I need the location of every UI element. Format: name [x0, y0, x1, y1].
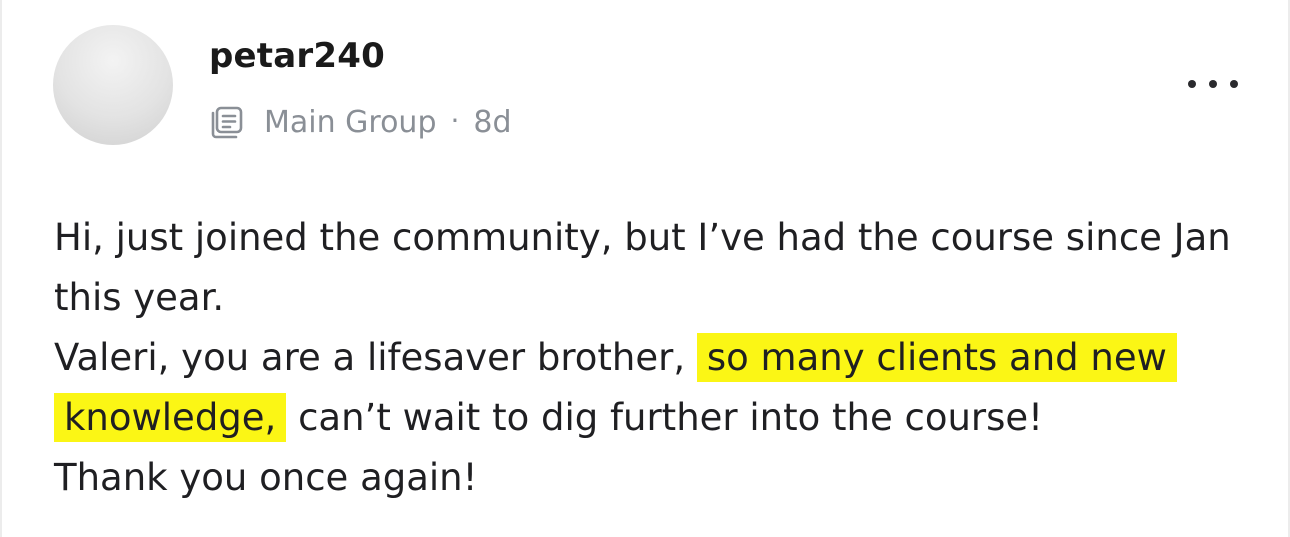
post-age: 8d: [473, 104, 512, 140]
post-meta: Main Group · 8d: [208, 100, 512, 144]
post-body: Hi, just joined the community, but I’ve …: [54, 208, 1234, 508]
more-dot: [1188, 80, 1196, 88]
post-body-line: Thank you once again!: [54, 456, 478, 499]
post-card: petar240 Main Group · 8d Hi, just joined…: [0, 0, 1290, 537]
post-body-text: Valeri, you are a lifesaver brother,: [54, 336, 686, 379]
more-dot: [1230, 80, 1238, 88]
meta-separator: ·: [450, 103, 460, 137]
post-group-icon: [208, 103, 246, 141]
more-dots-icon[interactable]: [1188, 64, 1238, 104]
more-dot: [1209, 80, 1217, 88]
author-name[interactable]: petar240: [209, 34, 385, 78]
post-body-text: can’t wait to dig further into the cours…: [298, 396, 1044, 439]
post-body-line: Hi, just joined the community, but I’ve …: [54, 216, 1231, 319]
group-name[interactable]: Main Group: [264, 105, 437, 140]
post-body-paragraph: Valeri, you are a lifesaver brother, so …: [54, 328, 1234, 448]
avatar[interactable]: [53, 25, 173, 145]
